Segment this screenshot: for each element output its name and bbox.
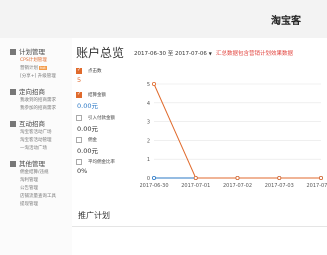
- sidebar-item-activity-manage[interactable]: 淘宝客活动管理: [20, 137, 52, 143]
- metric-checkbox[interactable]: [76, 115, 82, 121]
- sidebar-item-commission[interactable]: 佣金结算/违规: [20, 169, 49, 175]
- data-point: [318, 176, 323, 181]
- hot-badge: hot: [39, 66, 47, 70]
- metric-label: 平均佣金比率: [88, 160, 115, 165]
- metric-checkbox[interactable]: [76, 137, 82, 143]
- chevron-down-icon: ▼: [208, 51, 212, 56]
- data-point: [151, 176, 156, 181]
- main-content: 账户总览 2017-06-30 至 2017-07-06 ▼ 汇总数据包含营销计…: [72, 38, 327, 255]
- plan-icon: [10, 49, 16, 55]
- sidebar-section-interactive[interactable]: 互动招商: [10, 118, 45, 128]
- sidebar-item-activity-square[interactable]: 淘宝客活动广场: [20, 129, 52, 135]
- metric-checkbox[interactable]: [76, 67, 82, 74]
- y-tick-label: 5: [147, 82, 150, 88]
- page-title: 账户总览: [76, 46, 125, 60]
- x-tick-label: 2017-07-03: [265, 183, 294, 189]
- x-tick-label: 2017-07-04: [306, 183, 327, 189]
- section-title-promotion-plan: 推广计划: [78, 211, 110, 220]
- brand-name: 淘宝客: [271, 16, 301, 27]
- metric-value: 0%: [77, 167, 88, 175]
- metric-value: 0.00元: [77, 102, 98, 110]
- x-tick-label: 2017-07-01: [181, 183, 210, 189]
- settings-icon: [10, 161, 16, 167]
- sidebar-item-share-upgrade[interactable]: [分享+] 升级管理: [20, 73, 56, 79]
- data-point: [235, 176, 240, 181]
- sidebar-item-yitao-square[interactable]: 一淘活动广场: [20, 145, 47, 151]
- data-hint: 汇总数据包含营销计划效果数据: [216, 51, 294, 57]
- location-icon: [10, 89, 16, 95]
- metric-label: 引入付款金额: [88, 116, 115, 121]
- sidebar-item-withdraw[interactable]: 提现管理: [20, 201, 38, 207]
- date-range-picker[interactable]: 2017-06-30 至 2017-07-06 ▼: [134, 49, 212, 57]
- sidebar-section-targeted[interactable]: 定向招商: [10, 86, 45, 96]
- sidebar-item-joined-needs[interactable]: 我参加的招商需求: [20, 105, 56, 111]
- metric-checkbox[interactable]: [76, 159, 82, 165]
- y-tick-label: 1: [147, 157, 150, 163]
- interactive-icon: [10, 121, 16, 127]
- trend-chart: 0 1 2 3 4 5 2017-06-30 2017-07-01 2017-07-02 2017…: [140, 82, 327, 189]
- sidebar-item-cps-plan[interactable]: CPS计划管理: [20, 57, 47, 63]
- sidebar-item-marketing-plan[interactable]: 营销计划 hot: [20, 65, 47, 71]
- metric-label: 结算金额: [88, 93, 106, 98]
- metric-label: 佣金: [88, 138, 97, 143]
- data-point: [151, 82, 156, 87]
- metric-value: 0.00元: [77, 147, 98, 155]
- header-bar: 淘宝客: [0, 0, 327, 38]
- metric-checkbox[interactable]: [76, 91, 82, 98]
- y-tick-label: 3: [147, 120, 150, 126]
- y-tick-label: 0: [147, 176, 150, 182]
- metric-label: 点击数: [88, 69, 102, 74]
- data-point: [277, 176, 282, 181]
- x-tick-label: 2017-06-30: [140, 183, 169, 189]
- y-tick-label: 2: [147, 138, 150, 144]
- metric-value: 5: [77, 76, 82, 84]
- data-point: [193, 176, 198, 181]
- sidebar-section-plan[interactable]: 计划管理: [10, 46, 45, 56]
- sidebar-item-taoli[interactable]: 淘利管理: [20, 177, 38, 183]
- y-tick-label: 4: [147, 101, 150, 107]
- sidebar-item-traffic-tool[interactable]: 店铺流量查询工具: [20, 193, 56, 199]
- metric-value: 0.00元: [77, 125, 98, 133]
- sidebar-section-other[interactable]: 其他管理: [10, 158, 45, 168]
- series-line: [153, 83, 321, 179]
- sidebar: 计划管理 CPS计划管理 营销计划 hot [分享+] 升级管理 定向招商 我收到…: [0, 38, 72, 255]
- x-tick-label: 2017-07-02: [223, 183, 252, 189]
- divider: [72, 226, 327, 227]
- sidebar-item-notice[interactable]: 公告管理: [20, 185, 38, 191]
- sidebar-item-received-needs[interactable]: 我收到的招商需求: [20, 97, 56, 103]
